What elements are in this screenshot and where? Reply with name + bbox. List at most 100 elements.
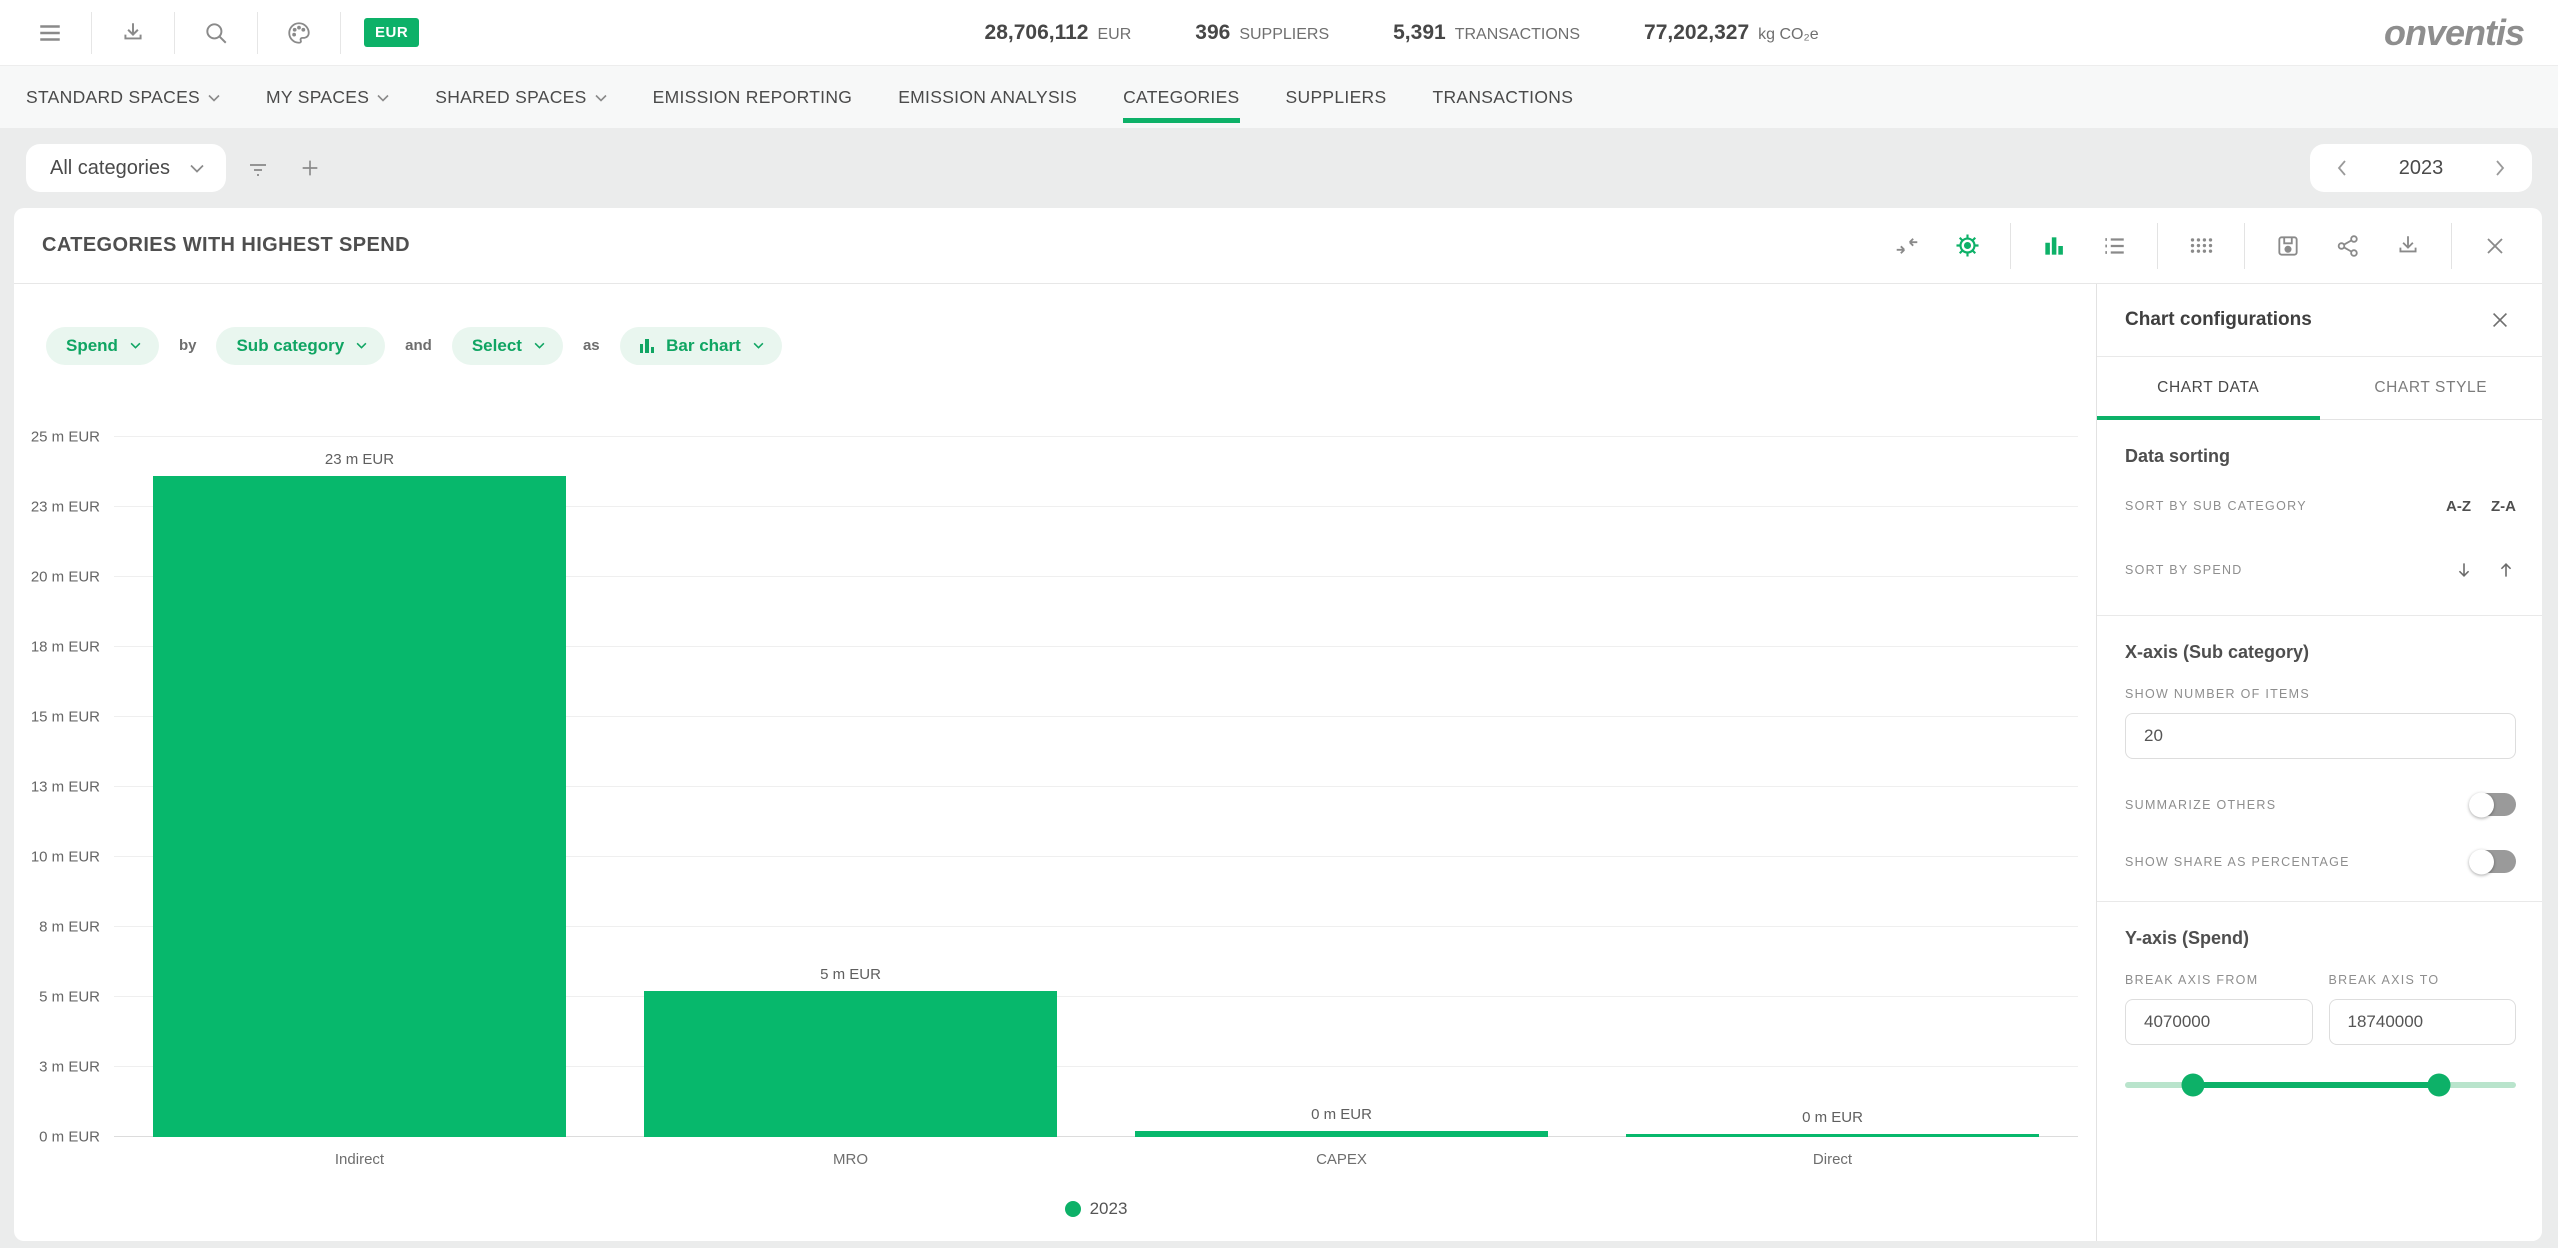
y-axis-section: Y-axis (Spend) BREAK AXIS FROM BREAK AXI… bbox=[2097, 902, 2542, 1125]
search-icon[interactable] bbox=[194, 11, 238, 55]
break-axis-to-input[interactable] bbox=[2329, 999, 2517, 1045]
chart-type-dropdown[interactable]: Bar chart bbox=[620, 327, 782, 365]
share-icon[interactable] bbox=[2325, 223, 2371, 269]
plot-area: 0 m EUR3 m EUR5 m EUR8 m EUR10 m EUR13 m… bbox=[114, 437, 2078, 1137]
divider bbox=[174, 12, 175, 54]
sort-by-spend-row: SORT BY SPEND bbox=[2125, 553, 2516, 587]
tab-label: SUPPLIERS bbox=[1286, 87, 1387, 108]
chevron-down-icon bbox=[753, 342, 764, 349]
break-axis-from-input[interactable] bbox=[2125, 999, 2313, 1045]
close-widget-icon[interactable] bbox=[2472, 223, 2518, 269]
stat-spend: 28,706,112 EUR bbox=[985, 21, 1132, 45]
stat-value: 396 bbox=[1195, 21, 1230, 45]
tab-categories[interactable]: CATEGORIES bbox=[1123, 66, 1239, 128]
slider-knob-to[interactable] bbox=[2428, 1074, 2451, 1097]
divider bbox=[91, 12, 92, 54]
tab-transactions[interactable]: TRANSACTIONS bbox=[1432, 66, 1573, 128]
stat-suppliers: 396 SUPPLIERS bbox=[1195, 21, 1329, 45]
grid-view-icon[interactable] bbox=[2178, 223, 2224, 269]
dimension-dropdown[interactable]: Sub category bbox=[216, 327, 385, 365]
y-axis-tick-label: 15 m EUR bbox=[31, 709, 100, 726]
y-axis-tick-label: 25 m EUR bbox=[31, 429, 100, 446]
filter-icon[interactable] bbox=[238, 148, 278, 188]
y-axis-tick-label: 8 m EUR bbox=[39, 919, 100, 936]
x-axis-label-mro: MRO bbox=[605, 1151, 1096, 1168]
y-axis-tick-label: 0 m EUR bbox=[39, 1129, 100, 1146]
sort-descending-icon[interactable] bbox=[2454, 560, 2474, 580]
summarize-others-toggle[interactable] bbox=[2470, 793, 2516, 816]
toggle-knob bbox=[2469, 792, 2494, 817]
break-from-label: BREAK AXIS FROM bbox=[2125, 973, 2258, 987]
chart-query-controls: Spend by Sub category and Select as Bar … bbox=[14, 284, 2096, 379]
share-percentage-row: SHOW SHARE AS PERCENTAGE bbox=[2125, 850, 2516, 873]
slider-knob-from[interactable] bbox=[2182, 1074, 2205, 1097]
bar-capex[interactable] bbox=[1135, 1131, 1547, 1137]
break-axis-to-group: BREAK AXIS TO bbox=[2329, 971, 2517, 1045]
tab-standard-spaces[interactable]: STANDARD SPACES bbox=[26, 66, 220, 128]
list-view-icon[interactable] bbox=[2091, 223, 2137, 269]
sort-ascending-icon[interactable] bbox=[2496, 560, 2516, 580]
tab-chart-style[interactable]: CHART STYLE bbox=[2320, 357, 2543, 419]
slider-active-range bbox=[2193, 1082, 2439, 1088]
kpi-stats: 28,706,112 EUR 396 SUPPLIERS 5,391 TRANS… bbox=[419, 21, 2384, 45]
tab-label: STANDARD SPACES bbox=[26, 87, 200, 108]
divider bbox=[2244, 223, 2245, 269]
tab-emission-reporting[interactable]: EMISSION REPORTING bbox=[653, 66, 853, 128]
menu-icon[interactable] bbox=[28, 11, 72, 55]
bar-indirect[interactable] bbox=[153, 476, 565, 1137]
tab-emission-analysis[interactable]: EMISSION ANALYSIS bbox=[898, 66, 1077, 128]
stat-unit: EUR bbox=[1097, 26, 1131, 44]
bar-chart-view-icon[interactable] bbox=[2031, 223, 2077, 269]
sort-az-button[interactable]: A-Z bbox=[2446, 498, 2471, 515]
bar-value-label: 0 m EUR bbox=[1587, 1109, 2078, 1126]
measure-dropdown[interactable]: Spend bbox=[46, 327, 159, 365]
toggle-knob bbox=[2469, 849, 2494, 874]
download-icon[interactable] bbox=[111, 11, 155, 55]
chevron-down-icon bbox=[377, 94, 389, 102]
widget-toolbar bbox=[1884, 223, 2518, 269]
tab-label: EMISSION ANALYSIS bbox=[898, 87, 1077, 108]
bar-direct[interactable] bbox=[1626, 1134, 2038, 1137]
chevron-down-icon bbox=[190, 164, 204, 173]
sort-za-button[interactable]: Z-A bbox=[2491, 498, 2516, 515]
collapse-icon[interactable] bbox=[1884, 223, 1930, 269]
category-filter-dropdown[interactable]: All categories bbox=[26, 144, 226, 192]
filter-bar: All categories 2023 bbox=[0, 128, 2558, 208]
bar-mro[interactable] bbox=[644, 991, 1056, 1137]
chevron-down-icon bbox=[534, 342, 545, 349]
share-percentage-toggle[interactable] bbox=[2470, 850, 2516, 873]
divider bbox=[257, 12, 258, 54]
config-header: Chart configurations bbox=[2097, 284, 2542, 357]
year-selector: 2023 bbox=[2310, 144, 2532, 192]
bar-chart-icon bbox=[640, 339, 655, 353]
save-icon[interactable] bbox=[2265, 223, 2311, 269]
close-config-icon[interactable] bbox=[2482, 302, 2518, 338]
tab-my-spaces[interactable]: MY SPACES bbox=[266, 66, 389, 128]
settings-gear-icon[interactable] bbox=[1944, 223, 1990, 269]
bar-value-label: 23 m EUR bbox=[114, 451, 605, 468]
bar-value-label: 5 m EUR bbox=[605, 966, 1096, 983]
bar-slot-direct: 0 m EUR bbox=[1587, 437, 2078, 1137]
currency-badge[interactable]: EUR bbox=[364, 18, 419, 47]
bar-slot-indirect: 23 m EUR bbox=[114, 437, 605, 1137]
palette-icon[interactable] bbox=[277, 11, 321, 55]
conjunction-by: by bbox=[179, 337, 197, 354]
number-of-items-input[interactable] bbox=[2125, 713, 2516, 759]
summarize-others-row: SUMMARIZE OTHERS bbox=[2125, 793, 2516, 816]
prev-year-icon[interactable] bbox=[2330, 160, 2354, 176]
bar-slots: 23 m EUR5 m EUR0 m EUR0 m EUR bbox=[114, 437, 2078, 1137]
secondary-dimension-dropdown[interactable]: Select bbox=[452, 327, 563, 365]
percentage-label: SHOW SHARE AS PERCENTAGE bbox=[2125, 855, 2350, 869]
export-download-icon[interactable] bbox=[2385, 223, 2431, 269]
stat-value: 5,391 bbox=[1393, 21, 1446, 45]
break-axis-range-slider bbox=[2125, 1073, 2516, 1097]
tab-suppliers[interactable]: SUPPLIERS bbox=[1286, 66, 1387, 128]
tab-shared-spaces[interactable]: SHARED SPACES bbox=[435, 66, 606, 128]
secondary-label: Select bbox=[472, 336, 522, 356]
add-filter-icon[interactable] bbox=[290, 148, 330, 188]
next-year-icon[interactable] bbox=[2488, 160, 2512, 176]
y-axis-tick-label: 5 m EUR bbox=[39, 989, 100, 1006]
tab-chart-data[interactable]: CHART DATA bbox=[2097, 357, 2320, 419]
y-axis-tick-label: 20 m EUR bbox=[31, 569, 100, 586]
chart-legend: 2023 bbox=[114, 1199, 2078, 1219]
